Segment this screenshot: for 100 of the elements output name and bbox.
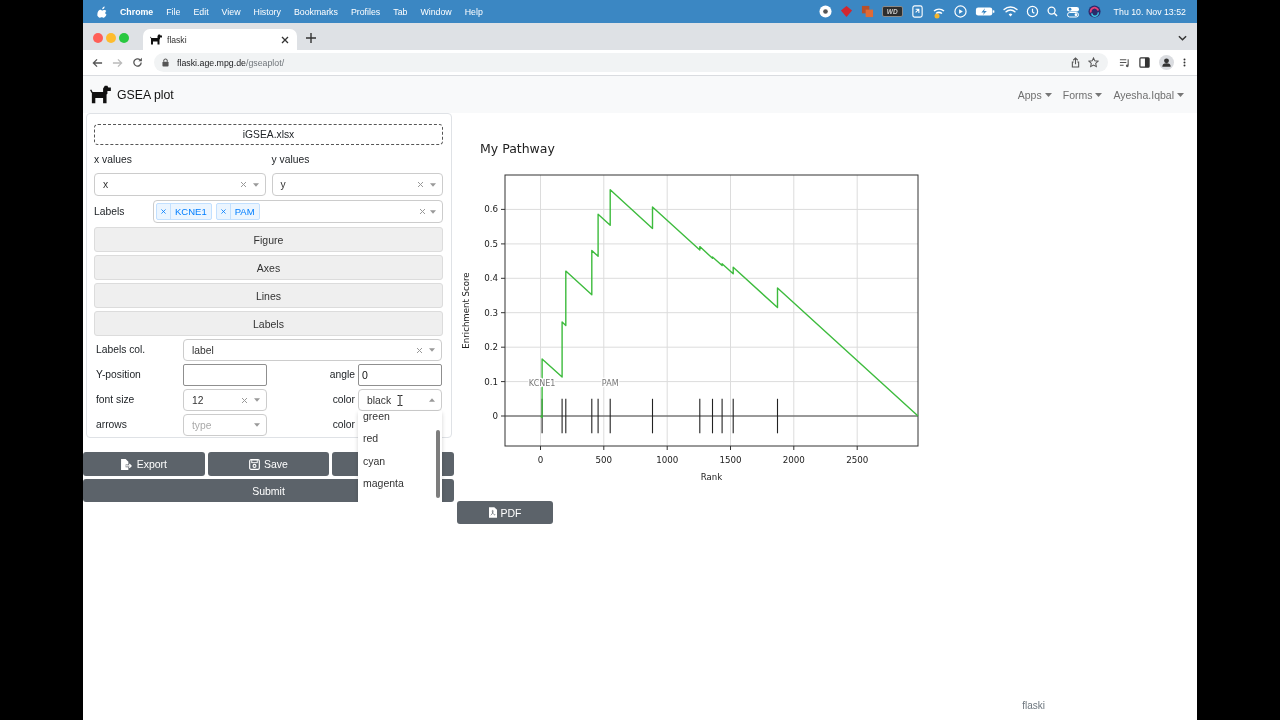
browser-tab[interactable]: flaski (143, 29, 297, 50)
menu-item[interactable]: Edit (193, 6, 209, 17)
field-label: y values (271, 153, 311, 167)
clear-icon[interactable] (239, 181, 247, 188)
dropdown-option[interactable]: green (358, 411, 433, 427)
menu-item[interactable]: View (221, 6, 241, 17)
app-menu[interactable]: Chrome (120, 6, 154, 17)
side-panel-icon[interactable] (1139, 57, 1150, 68)
y-tick-label: 0.3 (484, 307, 498, 318)
caret-down-icon[interactable] (430, 209, 436, 214)
dropdown-option[interactable]: cyan (358, 449, 433, 473)
menu-bar-clock[interactable]: Thu 10. Nov 13:52 (1113, 6, 1186, 17)
search-icon[interactable] (1046, 6, 1058, 17)
clear-icon[interactable] (419, 208, 426, 215)
more-menu-icon[interactable] (1183, 57, 1186, 68)
x-axis-title: Rank (700, 472, 723, 482)
pdf-button[interactable]: PDF (457, 501, 553, 524)
field-label: Y-position (96, 368, 142, 382)
record-icon[interactable] (818, 5, 832, 18)
reload-icon[interactable] (132, 57, 143, 68)
field-label: font size (96, 393, 136, 407)
menu-item[interactable]: Window (420, 6, 452, 17)
caret-icon (1095, 92, 1103, 97)
select-field[interactable]: y (271, 173, 443, 196)
apple-icon[interactable] (97, 5, 107, 18)
nav-dropdown[interactable]: Ayesha.Iqbal (1113, 88, 1184, 101)
input-field[interactable] (183, 364, 267, 386)
menu-item[interactable]: Bookmarks (293, 6, 338, 17)
address-bar[interactable]: flaski.age.mpg.de/gseaplot/ (154, 53, 1108, 72)
close-window-icon[interactable] (93, 32, 103, 43)
chevron-down-icon[interactable] (1178, 34, 1187, 41)
select-field[interactable]: label (183, 339, 442, 361)
menu-item[interactable]: History (253, 6, 281, 17)
field-label: Labels (94, 204, 126, 219)
share-icon[interactable] (1071, 57, 1080, 68)
scrollbar-thumb[interactable] (436, 430, 440, 498)
play-icon[interactable] (953, 5, 967, 18)
x-tick-label: 1000 (656, 455, 679, 465)
select-field[interactable]: x (94, 173, 266, 196)
hit-mark (699, 398, 701, 434)
star-icon[interactable] (1088, 57, 1099, 68)
document-icon[interactable] (910, 5, 924, 18)
profile-avatar-icon[interactable] (1159, 55, 1174, 70)
url-text[interactable]: flaski.age.mpg.de/gseaplot/ (177, 57, 285, 68)
caret-icon (1044, 92, 1052, 97)
menu-item[interactable]: Tab (393, 6, 408, 17)
nav-dropdown[interactable]: Forms (1062, 88, 1103, 101)
caret-down-icon[interactable] (254, 398, 260, 402)
playlist-icon[interactable] (1119, 57, 1130, 68)
field-label: Labels col. (96, 343, 147, 357)
close-icon[interactable] (281, 35, 289, 44)
select-field[interactable]: black (358, 389, 442, 411)
gene-label: PAM (601, 378, 619, 388)
history-icon[interactable] (1025, 5, 1039, 18)
hit-mark (711, 398, 714, 434)
field-label: x values (94, 153, 133, 167)
multi-select-field[interactable]: KCNE1 PAM (153, 200, 443, 223)
y-axis-title: Enrichment Score (461, 272, 471, 349)
y-tick-label: 0.6 (484, 204, 498, 215)
hit-mark (721, 398, 723, 434)
x-tick-label: 0 (537, 455, 544, 465)
export-button[interactable]: Export (83, 452, 205, 476)
save-button[interactable]: Save (207, 452, 330, 476)
orb-icon[interactable] (1087, 5, 1101, 18)
section-toggle[interactable]: Labels (94, 311, 443, 336)
clear-icon[interactable] (416, 346, 423, 354)
select-field[interactable]: 12 (183, 389, 267, 411)
back-icon[interactable] (92, 57, 103, 68)
file-export-icon (120, 458, 133, 470)
input-field[interactable]: 0 (358, 364, 442, 386)
y-tick-label: 0.2 (484, 342, 498, 353)
tag-chip[interactable]: KCNE1 (156, 203, 212, 220)
caret-down-icon[interactable] (252, 182, 259, 187)
battery-icon[interactable] (974, 6, 995, 17)
file-dropzone[interactable]: iGSEA.xlsx (94, 124, 443, 145)
hit-mark (651, 398, 654, 434)
caret-down-icon[interactable] (430, 182, 436, 187)
menu-item[interactable]: Profiles (350, 6, 381, 17)
caret-down-icon[interactable] (254, 423, 260, 427)
dropdown-option[interactable]: red (358, 427, 433, 450)
file-icon (488, 507, 497, 518)
caret-down-icon[interactable] (429, 348, 435, 352)
caret-up-icon[interactable] (429, 398, 435, 402)
hit-mark (776, 398, 779, 434)
clear-icon[interactable] (417, 181, 424, 188)
brand-link[interactable]: GSEA plot (90, 85, 174, 104)
clear-icon[interactable] (241, 396, 248, 404)
x-tick-label: 2000 (782, 455, 805, 465)
section-toggle[interactable]: Figure (94, 227, 443, 252)
tag-chip[interactable]: PAM (215, 203, 260, 220)
section-toggle[interactable]: Lines (94, 283, 443, 308)
lock-icon[interactable] (162, 58, 169, 67)
section-toggle[interactable]: Axes (94, 255, 443, 280)
nav-dropdown[interactable]: Apps (1017, 88, 1052, 101)
y-tick-label: 0.1 (484, 376, 498, 387)
new-tab-icon[interactable] (306, 32, 316, 43)
menu-item[interactable]: File (166, 6, 181, 17)
menu-item[interactable]: Help (464, 6, 483, 17)
wifi-icon[interactable] (1002, 6, 1018, 17)
control-center-icon[interactable] (1065, 5, 1080, 18)
